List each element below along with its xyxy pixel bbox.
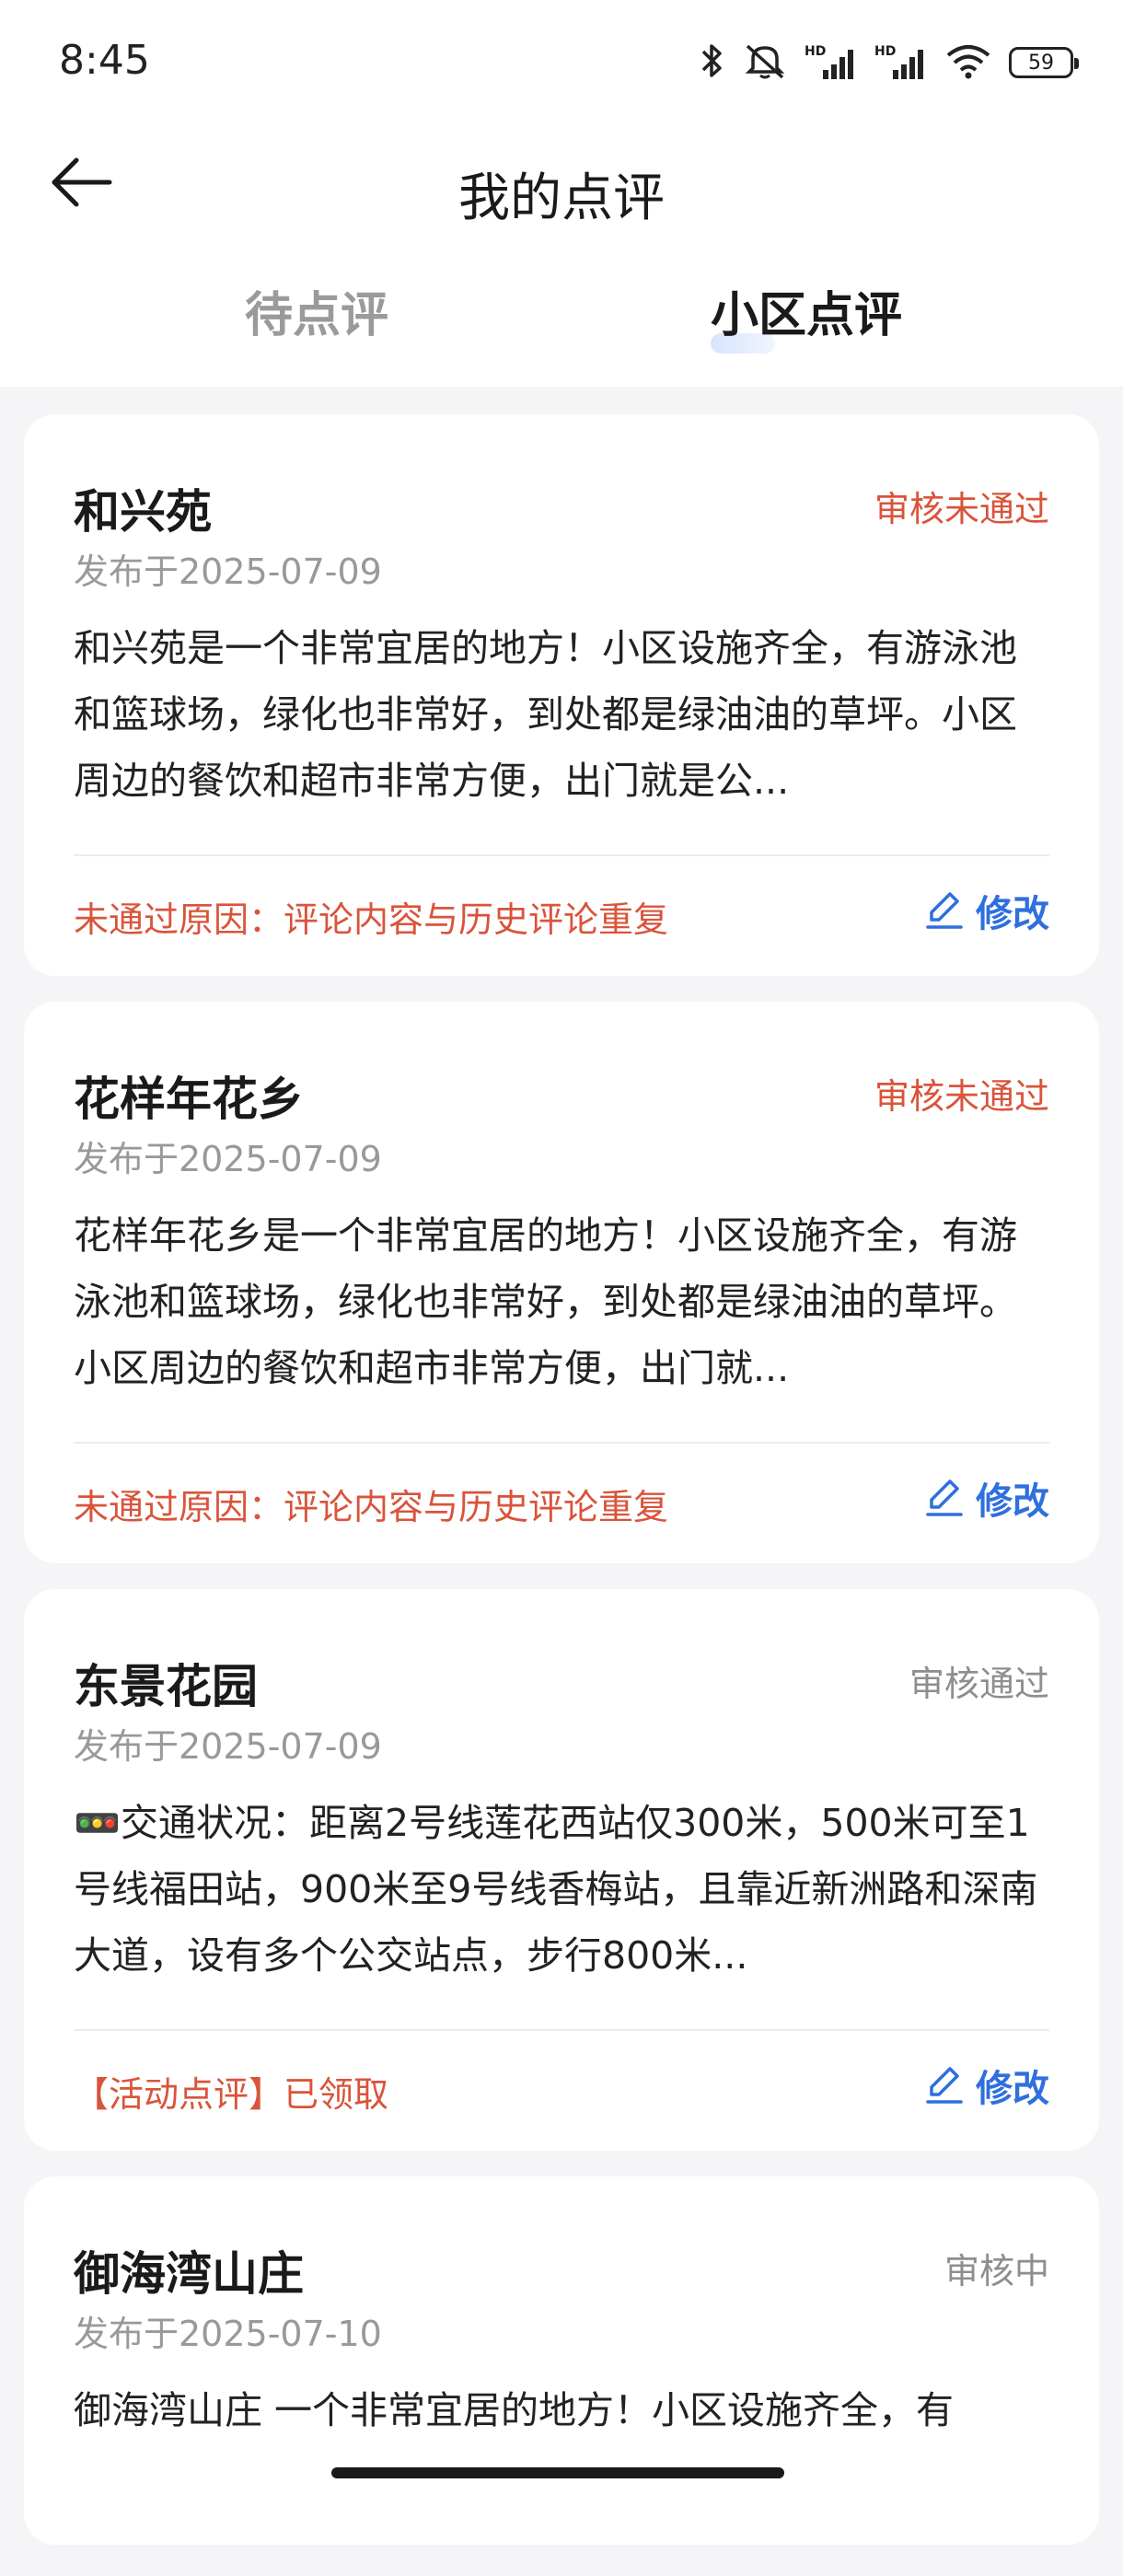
review-card[interactable]: 御海湾山庄 审核中 发布于2025-07-10 御海湾山庄 一个非常宜居的地方！…	[24, 2176, 1099, 2545]
header: 我的点评 待点评 小区点评	[0, 129, 1123, 387]
edit-label: 修改	[976, 893, 1049, 935]
bluetooth-icon	[698, 41, 725, 85]
edit-label: 修改	[976, 1480, 1049, 1523]
review-card[interactable]: 和兴苑 审核未通过 发布于2025-07-09 和兴苑是一个非常宜居的地方！小区…	[24, 414, 1099, 976]
edit-button[interactable]: 修改	[924, 1471, 1049, 1525]
review-content: 花样年花乡是一个非常宜居的地方！小区设施齐全，有游泳池和篮球场，绿化也非常好，到…	[74, 1213, 1017, 1390]
edit-pencil-icon	[926, 1479, 963, 1516]
edit-pencil-icon	[926, 892, 963, 929]
activity-note: 【活动点评】已领取	[74, 2074, 389, 2115]
community-name: 御海湾山庄	[74, 2247, 304, 2301]
review-card[interactable]: 东景花园 审核通过 发布于2025-07-09 🚥交通状况：距离2号线莲花西站仅…	[24, 1589, 1099, 2151]
divider	[74, 1442, 1049, 1444]
publish-date: 发布于2025-07-09	[74, 551, 382, 592]
home-indicator[interactable]	[331, 2467, 784, 2478]
publish-date: 发布于2025-07-09	[74, 1726, 382, 1767]
battery-level: 59	[1028, 51, 1054, 75]
divider	[74, 2029, 1049, 2031]
status-icons: HD HD 59	[698, 41, 1079, 85]
review-status: 审核未通过	[874, 489, 1049, 529]
mute-icon	[742, 41, 788, 85]
edit-label: 修改	[976, 2068, 1049, 2110]
reject-reason: 未通过原因：评论内容与历史评论重复	[74, 899, 669, 940]
status-time: 8:45	[59, 37, 150, 84]
review-status: 审核中	[944, 2251, 1049, 2292]
review-status: 审核通过	[909, 1664, 1049, 1704]
review-card[interactable]: 花样年花乡 审核未通过 发布于2025-07-09 花样年花乡是一个非常宜居的地…	[24, 1002, 1099, 1563]
page-title: 我的点评	[458, 168, 665, 228]
edit-button[interactable]: 修改	[924, 2059, 1049, 2112]
signal-hd-icon: HD	[874, 44, 928, 81]
publish-date: 发布于2025-07-10	[74, 2314, 382, 2354]
signal-hd-icon: HD	[805, 44, 858, 81]
review-content: 和兴苑是一个非常宜居的地方！小区设施齐全，有游泳池和篮球场，绿化也非常好，到处都…	[74, 626, 1017, 803]
review-content: 🚥交通状况：距离2号线莲花西站仅300米，500米可至1号线福田站，900米至9…	[74, 1801, 1038, 1978]
community-name: 和兴苑	[74, 485, 212, 539]
divider	[74, 854, 1049, 856]
tab-pending-reviews[interactable]: 待点评	[245, 276, 388, 345]
reject-reason: 未通过原因：评论内容与历史评论重复	[74, 1487, 669, 1527]
edit-button[interactable]: 修改	[924, 884, 1049, 937]
review-status: 审核未通过	[874, 1076, 1049, 1117]
wifi-icon	[944, 42, 992, 83]
community-name: 东景花园	[74, 1660, 258, 1713]
battery-icon: 59	[1009, 47, 1079, 78]
tab-community-reviews[interactable]: 小区点评	[711, 276, 902, 345]
community-name: 花样年花乡	[74, 1073, 304, 1126]
publish-date: 发布于2025-07-09	[74, 1139, 382, 1179]
status-bar: 8:45 HD HD 59	[0, 0, 1123, 129]
review-list: 和兴苑 审核未通过 发布于2025-07-09 和兴苑是一个非常宜居的地方！小区…	[24, 414, 1099, 2570]
edit-pencil-icon	[926, 2067, 963, 2104]
